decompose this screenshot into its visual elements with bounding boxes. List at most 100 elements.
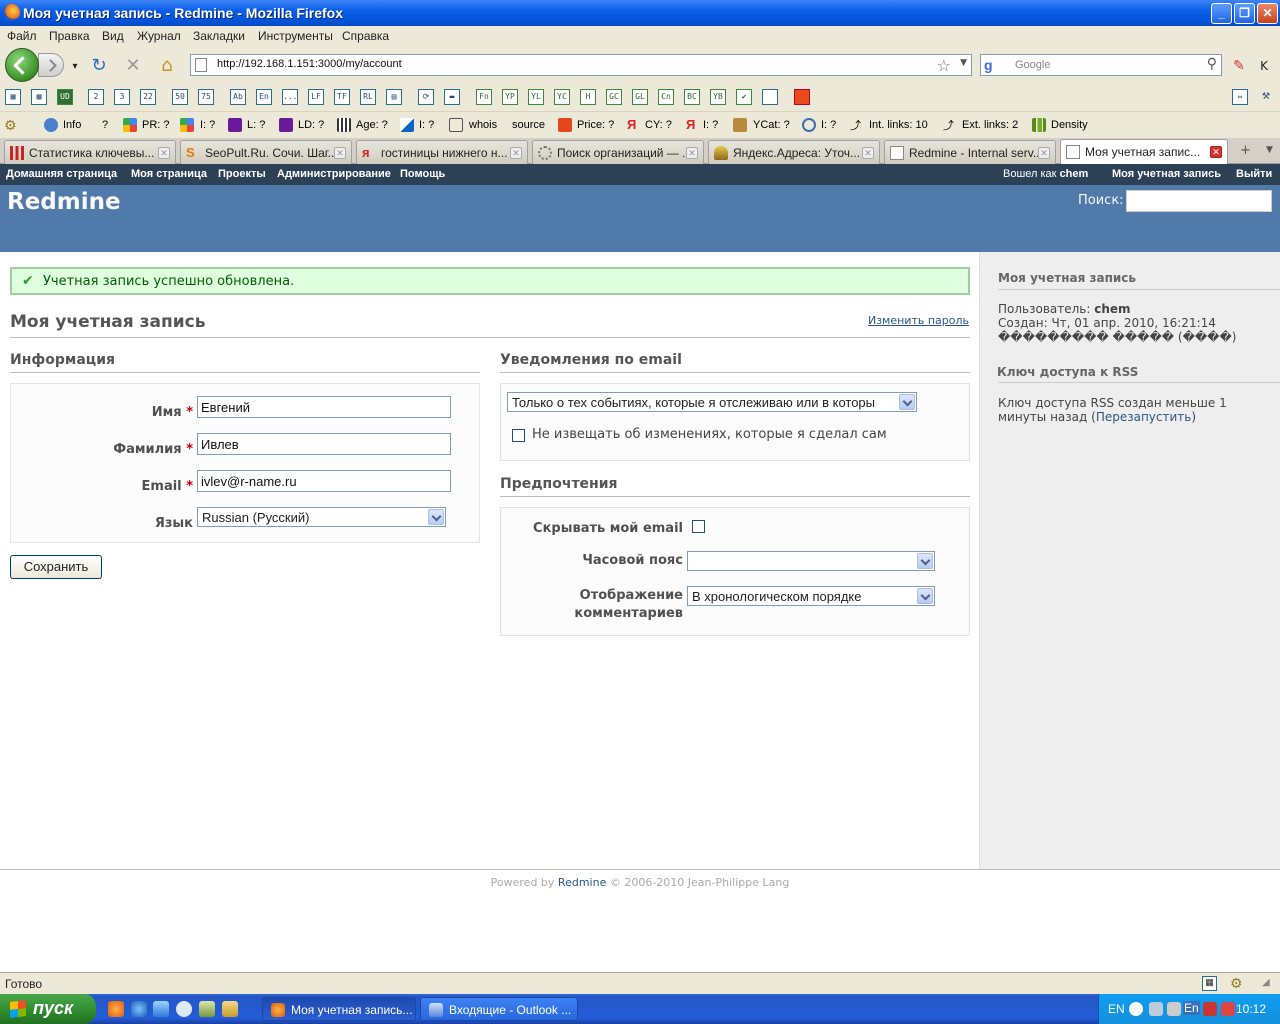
url-text[interactable]: http://192.168.1.151:3000/my/account [217,58,402,70]
chevron-down-icon[interactable] [899,394,915,410]
home-link[interactable]: Домашняя страница [6,168,117,180]
tab-close-icon[interactable]: ✕ [862,147,874,159]
hide-mail-checkbox[interactable] [692,520,705,533]
blank-icon[interactable] [762,89,778,105]
unknown-item[interactable]: ? [102,119,108,131]
cy-item[interactable]: CY: ? [645,119,672,131]
back-button[interactable] [5,48,39,82]
change-password-link[interactable]: Изменить пароль [868,314,969,327]
bookmark-star-icon[interactable]: ☆ [937,56,951,75]
app-quicklaunch-icon[interactable] [199,1001,215,1017]
tab-org-search[interactable]: Поиск организаций — ... ✕ [532,140,704,164]
menu-tools[interactable]: Инструменты [258,29,333,43]
yahoo-links-item[interactable]: L: ? [247,119,265,131]
stop-icon[interactable]: ✕ [122,55,144,77]
google-index-item[interactable]: I: ? [200,119,215,131]
yandex-index-item[interactable]: I: ? [703,119,718,131]
my-account-link[interactable]: Моя учетная запись [1112,168,1221,180]
settings-gear-icon[interactable]: ⚙ [1230,975,1243,992]
app-quicklaunch-icon[interactable] [222,1001,238,1017]
menu-help[interactable]: Справка [342,29,389,43]
chevron-down-icon[interactable] [917,588,933,604]
whois-item[interactable]: whois [469,119,497,131]
tool-button[interactable]: YB [710,89,726,105]
pr-item[interactable]: PR: ? [142,119,170,131]
grid-icon[interactable]: ▦ [1202,976,1217,991]
network-icon[interactable] [1149,1002,1163,1016]
menu-edit[interactable]: Правка [49,29,90,43]
tool-button[interactable]: En [256,89,272,105]
no-self-notified-checkbox[interactable] [512,429,525,442]
timezone-select[interactable] [687,551,935,571]
minimize-button[interactable]: _ [1211,3,1232,24]
delicious-item[interactable]: I: ? [419,119,434,131]
taskbar-outlook[interactable]: Входящие - Outlook ... [420,997,578,1021]
grid-icon[interactable]: ▦ [31,89,47,105]
tool-button[interactable]: LF [308,89,324,105]
search-icon[interactable]: ⚲ [1207,56,1217,72]
tab-hotels[interactable]: я гостиницы нижнего н... ✕ [356,140,528,164]
maximize-button[interactable]: ❐ [1234,3,1255,24]
redmine-link[interactable]: Redmine [558,876,606,889]
density-item[interactable]: Density [1051,119,1088,131]
menu-bookmarks[interactable]: Закладки [193,29,245,43]
email-input[interactable]: ivlev@r-name.ru [197,470,451,492]
info-item[interactable]: Info [63,119,81,131]
refresh-icon[interactable]: ⟳ [418,89,434,105]
tool-button[interactable]: H [580,89,596,105]
chevron-down-icon[interactable] [917,553,933,569]
tool-button[interactable]: 75 [198,89,214,105]
resize-icon[interactable]: ⇔ [1232,89,1248,105]
k-icon[interactable]: K [1253,55,1275,77]
tab-my-account[interactable]: Моя учетная запис... ✕ [1060,139,1228,165]
firefox-quicklaunch-icon[interactable] [108,1001,124,1017]
tab-close-icon[interactable]: ✕ [510,147,522,159]
language-select[interactable]: Russian (Русский) [197,507,446,527]
logout-link[interactable]: Выйти [1236,168,1272,180]
tab-close-icon[interactable]: ✕ [686,147,698,159]
messenger-quicklaunch-icon[interactable] [176,1001,192,1017]
tab-redmine-internal[interactable]: Redmine - Internal serv... ✕ [884,140,1056,164]
menu-file[interactable]: Файл [7,29,37,43]
tool-button[interactable]: YC [554,89,570,105]
google-icon[interactable]: g [984,57,993,73]
checkmark-icon[interactable]: ✔ [736,89,752,105]
antivirus-icon[interactable] [1221,1002,1235,1016]
tool-button[interactable]: Ab [230,89,246,105]
tool-button[interactable]: ... [282,89,298,105]
resize-grip-icon[interactable]: ◢ [1262,977,1270,988]
administration-link[interactable]: Администрирование [277,168,391,180]
close-window-button[interactable]: ✕ [1257,3,1278,24]
tab-seopult[interactable]: S SeoPult.Ru. Сочи. Шаг... ✕ [180,140,352,164]
bing-index-item[interactable]: I: ? [821,119,836,131]
tab-statistics[interactable]: Статистика ключевы... ✕ [4,140,176,164]
menu-view[interactable]: Вид [102,29,124,43]
tab-close-icon[interactable]: ✕ [334,147,346,159]
tool-button[interactable]: RL [360,89,376,105]
new-tab-icon[interactable]: + [1240,143,1251,158]
tab-list-icon[interactable]: ▼ [1266,145,1273,155]
tool-button[interactable]: 50 [172,89,188,105]
tool-button[interactable]: Cn [658,89,674,105]
tool-button[interactable]: 22 [140,89,156,105]
forward-button[interactable] [38,53,64,77]
my-page-link[interactable]: Моя страница [131,168,207,180]
age-item[interactable]: Age: ? [356,119,388,131]
desktop-quicklaunch-icon[interactable] [153,1001,169,1017]
grid-icon[interactable]: ▦ [5,89,21,105]
shield-icon[interactable] [1203,1002,1217,1016]
search-box[interactable]: g Google ⚲ [980,54,1222,76]
shell-icon[interactable] [794,89,810,105]
tool-button[interactable]: YL [528,89,544,105]
addon-icon[interactable]: ✎ [1228,55,1250,77]
tool-button[interactable]: TF [334,89,350,105]
tool-button[interactable]: YP [502,89,518,105]
ie-quicklaunch-icon[interactable] [131,1001,147,1017]
firstname-input[interactable]: Евгений [197,396,451,418]
volume-icon[interactable] [1167,1002,1181,1016]
quick-search-input[interactable] [1126,190,1272,212]
price-item[interactable]: Price: ? [577,119,614,131]
url-dropdown-icon[interactable]: ▼ [960,58,967,68]
tool-button[interactable]: 3 [114,89,130,105]
source-item[interactable]: source [512,119,545,131]
